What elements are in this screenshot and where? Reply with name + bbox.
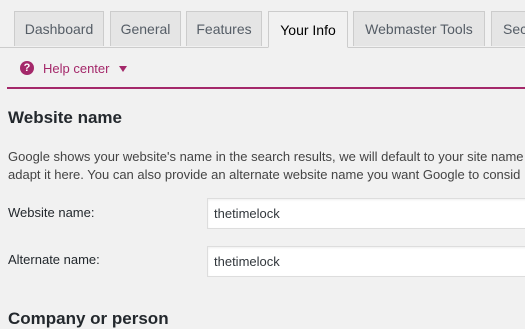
tab-your-info[interactable]: Your Info [268, 11, 348, 48]
section-title-company-or-person: Company or person [8, 309, 169, 328]
website-name-label: Website name: [8, 205, 95, 220]
help-divider [7, 87, 525, 89]
tab-bar: Dashboard General Features Your Info Web… [0, 0, 525, 48]
alternate-name-label: Alternate name: [8, 252, 100, 267]
website-name-description: Google shows your website's name in the … [8, 148, 525, 184]
alternate-name-input[interactable] [207, 246, 525, 277]
question-circle-icon: ? [20, 61, 34, 75]
website-name-input[interactable] [207, 198, 525, 229]
tab-webmaster-tools[interactable]: Webmaster Tools [353, 11, 485, 46]
tab-features[interactable]: Features [186, 11, 262, 46]
caret-down-icon [119, 65, 128, 72]
help-center-label: Help center [43, 60, 110, 76]
description-line-2: adapt it here. You can also provide an a… [8, 167, 521, 182]
description-line-1: Google shows your website's name in the … [8, 149, 524, 164]
help-center-toggle[interactable]: ? Help center [20, 58, 128, 78]
section-title-website-name: Website name [8, 108, 123, 127]
tab-dashboard[interactable]: Dashboard [14, 11, 104, 46]
tab-security[interactable]: Sec [491, 11, 525, 46]
tab-general[interactable]: General [110, 11, 181, 46]
